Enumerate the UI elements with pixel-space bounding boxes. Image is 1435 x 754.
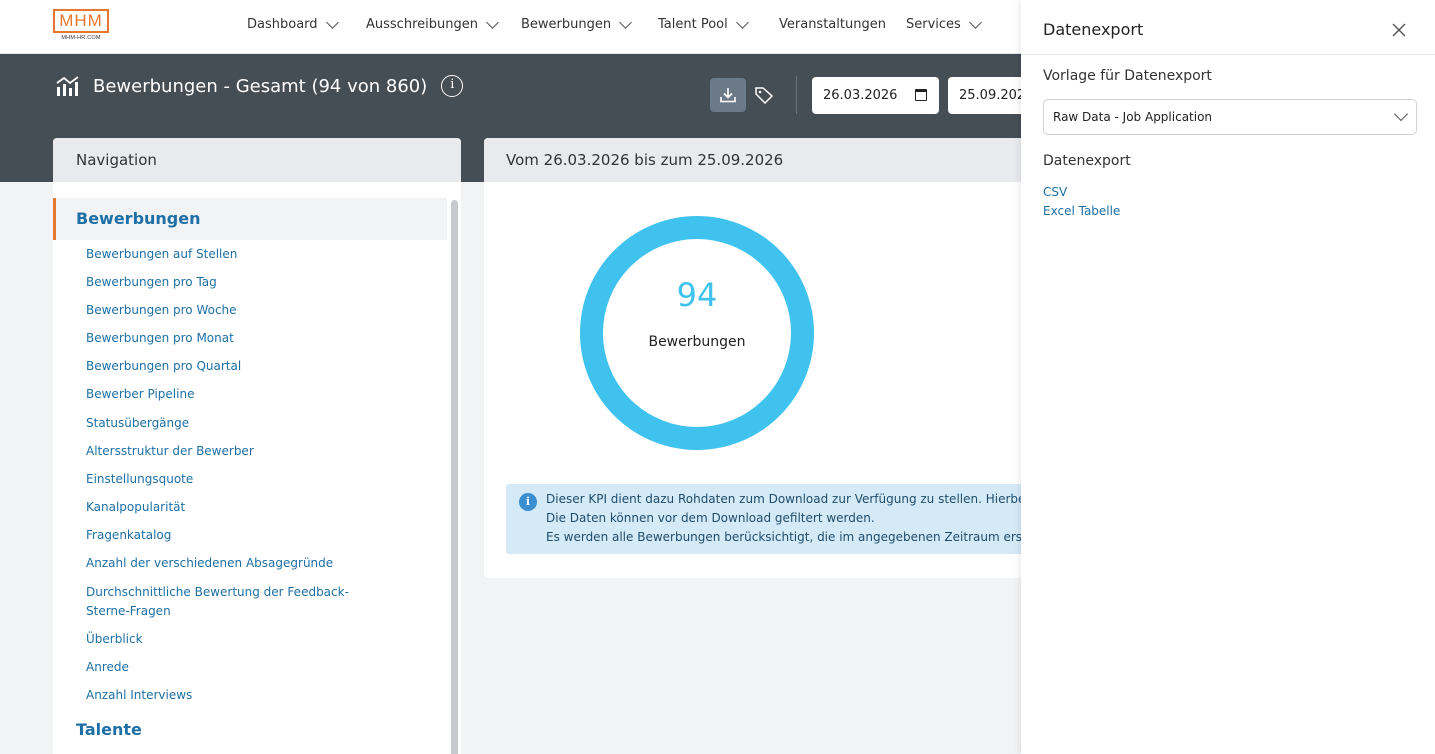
calendar-icon[interactable] (915, 89, 927, 101)
nav-link[interactable]: Einstellungsquote (86, 470, 406, 489)
nav-link[interactable]: Durchschnittliche Bewertung der Feedback… (86, 583, 391, 621)
nav-ausschreibungen-label: Ausschreibungen (366, 17, 478, 32)
export-csv-link[interactable]: CSV (1043, 185, 1067, 199)
nav-link[interactable]: Statusübergänge (86, 414, 406, 433)
nav-veranstaltungen[interactable]: Veranstaltungen (779, 17, 886, 32)
nav-section-bewerbungen[interactable]: Bewerbungen (53, 198, 447, 240)
tags-button[interactable] (750, 80, 780, 110)
template-label: Vorlage für Datenexport (1043, 68, 1212, 84)
chart-icon (56, 76, 79, 96)
close-icon[interactable] (1391, 22, 1407, 38)
brand-logo[interactable]: MHM MHM-HR.COM (53, 9, 109, 45)
nav-link[interactable]: Bewerber Pipeline (86, 385, 406, 404)
period-title: Vom 26.03.2026 bis zum 25.09.2026 (484, 138, 1044, 182)
navigation-card: Navigation Bewerbungen Bewerbungen auf S… (53, 138, 461, 754)
chevron-down-icon (735, 15, 749, 29)
page-title: Bewerbungen - Gesamt (94 von 860) (93, 75, 428, 97)
template-select-value: Raw Data - Job Application (1053, 110, 1213, 124)
navigation-title: Navigation (53, 138, 461, 182)
chevron-down-icon (486, 15, 499, 29)
nav-link[interactable]: Überblick (86, 630, 406, 649)
nav-link[interactable]: Bewerbungen pro Monat (86, 329, 406, 348)
nav-link[interactable]: Bewerbungen pro Quartal (86, 357, 406, 376)
info-alert: i Dieser KPI dient dazu Rohdaten zum Dow… (506, 484, 1044, 554)
kpi-value: 94 (676, 276, 718, 314)
date-from-value: 26.03.2026 (823, 88, 898, 103)
template-select[interactable]: Raw Data - Job Application (1043, 99, 1417, 135)
tag-icon (755, 87, 774, 105)
nav-link[interactable]: Altersstruktur der Bewerber (86, 442, 406, 461)
nav-bewerbungen-label: Bewerbungen (521, 17, 612, 32)
download-icon (720, 88, 736, 103)
info-icon[interactable]: i (441, 75, 464, 97)
kpi-donut-ring (580, 216, 814, 450)
kpi-card: Vom 26.03.2026 bis zum 25.09.2026 94 Bew… (484, 138, 1044, 578)
nav-services-label: Services (906, 17, 961, 32)
info-line: Es werden alle Bewerbungen berücksichtig… (546, 530, 1044, 544)
info-icon: i (519, 493, 537, 511)
download-button[interactable] (710, 78, 746, 112)
export-label: Datenexport (1043, 153, 1131, 169)
kpi-label: Bewerbungen (648, 334, 746, 350)
chevron-down-icon (968, 15, 982, 29)
export-excel-link[interactable]: Excel Tabelle (1043, 204, 1120, 218)
nav-services[interactable]: Services (906, 15, 982, 32)
logo-subtext: MHM-HR.COM (61, 35, 101, 41)
panel-divider (1021, 54, 1435, 55)
nav-link[interactable]: Bewerbungen pro Tag (86, 273, 406, 292)
nav-dashboard-label: Dashboard (247, 17, 318, 32)
toolbar-divider (796, 76, 797, 114)
nav-link[interactable]: Anzahl der verschiedenen Absagegründe (86, 554, 406, 573)
nav-link[interactable]: Bewerbungen pro Woche (86, 301, 406, 320)
info-line: Dieser KPI dient dazu Rohdaten zum Downl… (546, 492, 1043, 506)
nav-link[interactable]: Bewerbungen auf Stellen (86, 245, 406, 264)
export-panel-title: Datenexport (1043, 20, 1144, 39)
nav-dashboard[interactable]: Dashboard (247, 15, 339, 32)
nav-link[interactable]: Anzahl Interviews (86, 686, 406, 705)
date-from-input[interactable]: 26.03.2026 (812, 77, 939, 114)
nav-talent-pool[interactable]: Talent Pool (658, 15, 749, 32)
nav-veranstaltungen-label: Veranstaltungen (779, 17, 886, 32)
export-panel: Datenexport Vorlage für Datenexport Raw … (1021, 0, 1435, 754)
nav-bewerbungen[interactable]: Bewerbungen (521, 15, 632, 32)
page-title-area: Bewerbungen - Gesamt (94 von 860) i (55, 75, 464, 97)
nav-link[interactable]: Kanalpopularität (86, 498, 406, 517)
nav-link[interactable]: Anrede (86, 658, 406, 677)
nav-link[interactable]: Fragenkatalog (86, 526, 406, 545)
nav-section-talente[interactable]: Talente (76, 720, 142, 739)
chevron-down-icon (1393, 106, 1409, 122)
info-line: Die Daten können vor dem Download gefilt… (546, 511, 875, 525)
nav-talent-pool-label: Talent Pool (658, 17, 728, 32)
nav-ausschreibungen[interactable]: Ausschreibungen (366, 15, 499, 32)
navigation-scrollbar[interactable] (451, 200, 458, 754)
chevron-down-icon (619, 15, 632, 29)
logo-text: MHM (53, 9, 109, 33)
chevron-down-icon (325, 15, 339, 29)
